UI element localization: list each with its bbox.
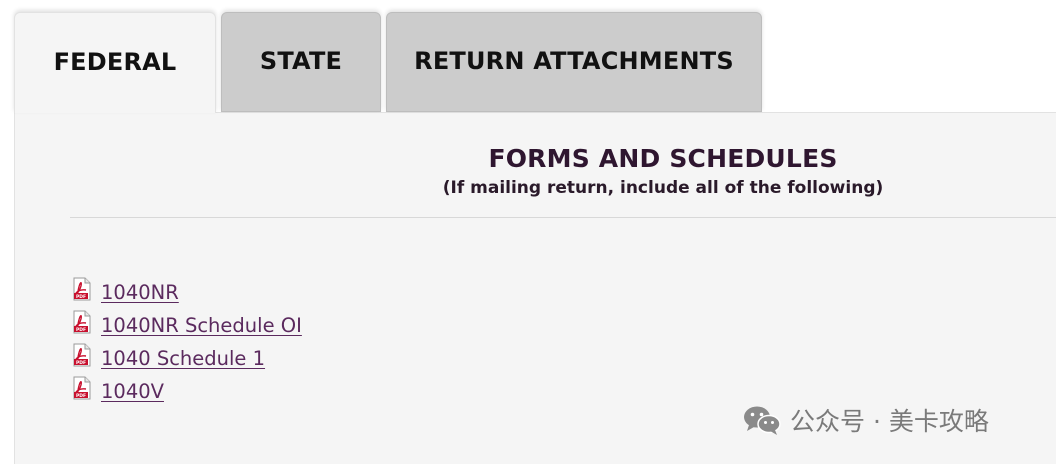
wechat-icon xyxy=(744,406,781,435)
forms-list: PDF 1040NR PDF 1040NR Schedule OI PDF 10… xyxy=(72,276,302,408)
svg-text:PDF: PDF xyxy=(76,360,86,366)
list-item: PDF 1040 Schedule 1 xyxy=(72,342,302,375)
tab-federal[interactable]: FEDERAL xyxy=(14,12,216,113)
pdf-icon: PDF xyxy=(73,310,91,333)
list-item: PDF 1040V xyxy=(72,375,302,408)
section-divider xyxy=(70,217,1056,218)
section-subtitle: (If mailing return, include all of the f… xyxy=(442,178,884,198)
tab-state-label: STATE xyxy=(259,47,343,75)
tab-return-attachments-label: RETURN ATTACHMENTS xyxy=(414,47,734,75)
tab-return-attachments[interactable]: RETURN ATTACHMENTS xyxy=(386,12,762,112)
list-item: PDF 1040NR xyxy=(72,276,302,309)
svg-text:PDF: PDF xyxy=(76,393,86,399)
pdf-icon: PDF xyxy=(73,277,91,300)
form-link-1040nr-schedule-oi[interactable]: 1040NR Schedule OI xyxy=(101,314,302,337)
watermark: 公众号 · 美卡攻略 xyxy=(742,402,989,438)
section-title: FORMS AND SCHEDULES xyxy=(488,144,838,173)
form-link-1040v[interactable]: 1040V xyxy=(101,380,164,403)
return-documents-page: STATE RETURN ATTACHMENTS FEDERAL FORMS A… xyxy=(14,0,1056,464)
pdf-icon: PDF xyxy=(73,376,91,399)
form-link-1040-schedule-1[interactable]: 1040 Schedule 1 xyxy=(101,347,265,370)
svg-text:PDF: PDF xyxy=(76,294,86,300)
pdf-icon: PDF xyxy=(73,343,91,366)
tab-federal-label: FEDERAL xyxy=(53,48,177,76)
form-link-1040nr[interactable]: 1040NR xyxy=(101,281,179,304)
list-item: PDF 1040NR Schedule OI xyxy=(72,309,302,342)
svg-text:PDF: PDF xyxy=(76,327,86,333)
watermark-text: 公众号 · 美卡攻略 xyxy=(790,407,989,436)
tab-state[interactable]: STATE xyxy=(221,12,381,112)
